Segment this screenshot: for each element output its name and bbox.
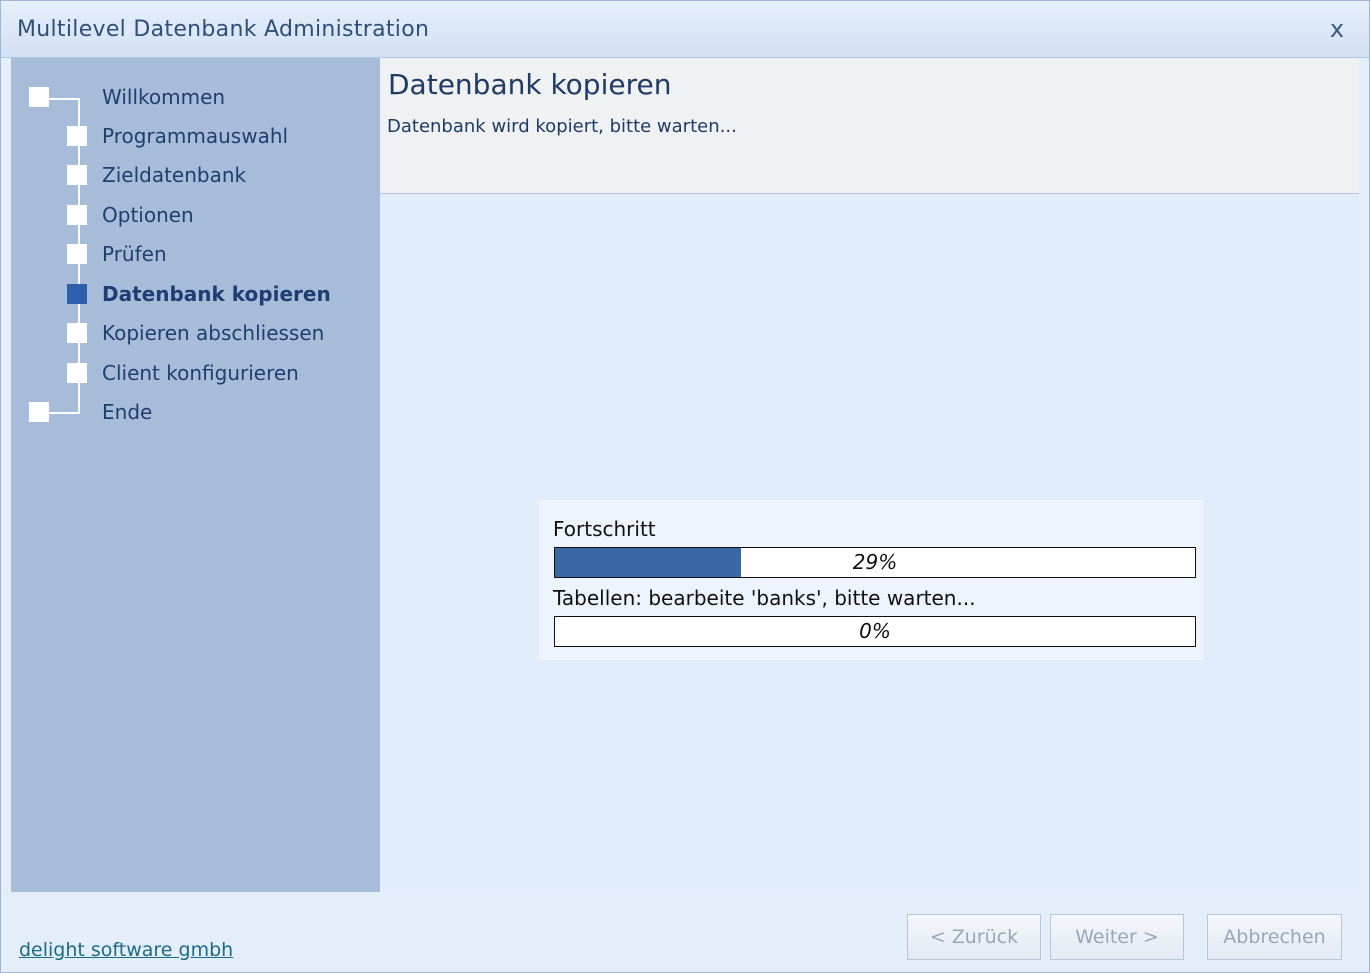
table-progress-bar: 0% [554, 616, 1196, 647]
step-label: Datenbank kopieren [102, 282, 331, 306]
step-marker [67, 126, 87, 146]
step-label: Optionen [102, 203, 194, 227]
table-progress-text: 0% [859, 619, 891, 643]
next-button[interactable]: Weiter > [1050, 914, 1184, 960]
step-kopieren-abschliessen: Kopieren abschliessen [11, 313, 380, 352]
step-marker [67, 244, 87, 264]
title-bar[interactable]: Multilevel Datenbank Administration x [1, 1, 1369, 58]
page-header: Datenbank kopieren Datenbank wird kopier… [380, 58, 1359, 194]
wizard-steps-sidebar: Willkommen Programmauswahl Zieldatenbank… [11, 58, 380, 892]
step-marker [67, 165, 87, 185]
step-client-konfigurieren: Client konfigurieren [11, 353, 380, 392]
step-marker [67, 205, 87, 225]
step-programmauswahl: Programmauswahl [11, 116, 380, 155]
step-marker-active [67, 284, 87, 304]
window-title: Multilevel Datenbank Administration [17, 17, 430, 42]
step-pruefen: Prüfen [11, 234, 380, 273]
step-willkommen: Willkommen [11, 77, 380, 116]
table-progress-label: Tabellen: bearbeite 'banks', bitte warte… [553, 586, 976, 610]
step-label: Ende [102, 400, 153, 424]
cancel-button[interactable]: Abbrechen [1207, 914, 1342, 960]
close-icon[interactable]: x [1323, 15, 1351, 43]
step-zieldatenbank: Zieldatenbank [11, 155, 380, 194]
step-marker [29, 87, 49, 107]
step-ende: Ende [11, 392, 380, 431]
step-label: Prüfen [102, 242, 167, 266]
back-button[interactable]: < Zurück [907, 914, 1041, 960]
step-marker [67, 363, 87, 383]
step-label: Client konfigurieren [102, 361, 299, 385]
overall-progress-label: Fortschritt [553, 517, 656, 541]
step-label: Willkommen [102, 85, 226, 109]
step-label: Zieldatenbank [102, 163, 247, 187]
overall-progress-text: 29% [852, 550, 898, 574]
step-label: Kopieren abschliessen [102, 321, 325, 345]
step-label: Programmauswahl [102, 124, 289, 148]
step-datenbank-kopieren: Datenbank kopieren [11, 274, 380, 313]
page-subtitle: Datenbank wird kopiert, bitte warten... [387, 116, 737, 137]
step-marker [29, 402, 49, 422]
company-link[interactable]: delight software gmbh [19, 939, 233, 961]
step-optionen: Optionen [11, 195, 380, 234]
overall-progress-bar: 29% [554, 547, 1196, 578]
wizard-window: Multilevel Datenbank Administration x Wi… [0, 0, 1370, 973]
step-marker [67, 323, 87, 343]
page-title: Datenbank kopieren [388, 68, 672, 101]
progress-panel: Fortschritt 29% Tabellen: bearbeite 'ban… [539, 500, 1203, 660]
